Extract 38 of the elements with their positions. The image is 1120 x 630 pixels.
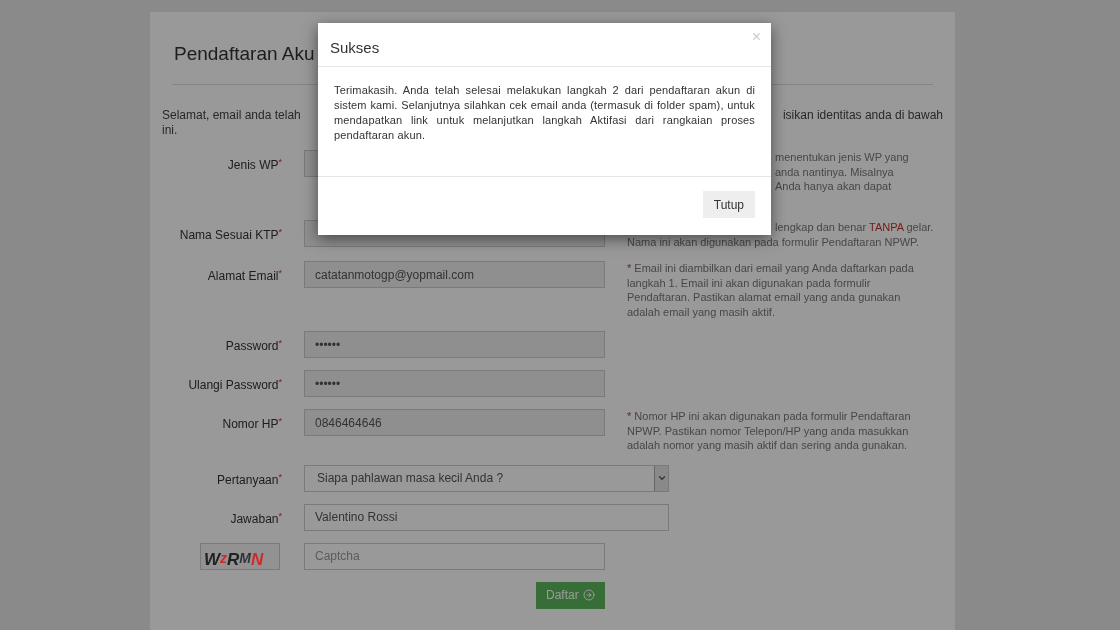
register-button[interactable]: Daftar: [536, 581, 605, 609]
field-label: Nomor HP*: [222, 415, 282, 433]
dialog-title: Sukses: [330, 38, 380, 58]
hint-text: adalah email yang masih aktif.: [627, 304, 775, 319]
field-label: Alamat Email*: [207, 267, 282, 285]
hint-text: Anda hanya akan dapat: [774, 179, 892, 194]
field-label: Ulangi Password*: [188, 376, 282, 394]
dialog-message: Terimakasih. Anda telah selesai melakukan langkah 2 dari pendaftaran akun di sistem kami. Selanjutnya silahkan cek email anda (termasuk di folder spam), untuk mendapatkan link untuk melanjutkan langkah Aktifasi dari rangkaian proses pendaftaran akun.: [334, 83, 755, 143]
text-field[interactable]: ••••••: [304, 331, 605, 358]
text-field[interactable]: 0846464646: [304, 409, 605, 436]
captcha-image: WzRMN: [200, 542, 280, 570]
hint-text: Nama ini akan digunakan pada formulir Pendaftaran NPWP.: [627, 234, 920, 249]
page-heading: Pendaftaran Aku: [173, 42, 315, 66]
arrow-right-icon: [582, 589, 595, 601]
text-field[interactable]: Valentino Rossi: [304, 503, 669, 531]
chevron-down-icon: [656, 473, 667, 483]
captcha-field[interactable]: Captcha: [304, 542, 605, 570]
hint-text: lengkap dan benar TANPA gelar.: [774, 220, 934, 235]
close-dialog-button[interactable]: Tutup: [702, 191, 755, 218]
field-label: Pertanyaan*: [217, 470, 282, 489]
hint-text: anda nantinya. Misalnya: [774, 164, 894, 179]
intro-text: Selamat, email anda telah: [162, 108, 301, 123]
field-label: Password*: [225, 337, 282, 355]
intro-text: ini.: [162, 123, 178, 138]
hint-text: adalah nomor yang masih aktif dan sering anda gunakan.: [627, 438, 908, 453]
field-label: Jawaban*: [230, 509, 282, 528]
intro-text: isikan identitas anda di bawah: [782, 108, 943, 123]
field-label: Jenis WP*: [227, 156, 282, 174]
question-select[interactable]: Siapa pahlawan masa kecil Anda ?: [304, 464, 669, 492]
hint-text: langkah 1. Email ini akan digunakan pada formulir: [627, 275, 871, 290]
hint-text: * Nomor HP ini akan digunakan pada formulir Pendaftaran: [627, 409, 911, 424]
hint-text: NPWP. Pastikan nomor Telepon/HP yang anda masukkan: [627, 423, 909, 438]
hint-text: * Email ini diambilkan dari email yang Anda daftarkan pada: [627, 261, 914, 276]
text-field[interactable]: ••••••: [304, 370, 605, 397]
hint-text: menentukan jenis WP yang: [774, 150, 909, 165]
hint-text: Pendaftaran. Pastikan alamat email yang anda gunakan: [627, 290, 901, 305]
field-label: Nama Sesuai KTP*: [179, 226, 282, 244]
text-field[interactable]: catatanmotogp@yopmail.com: [304, 261, 605, 288]
